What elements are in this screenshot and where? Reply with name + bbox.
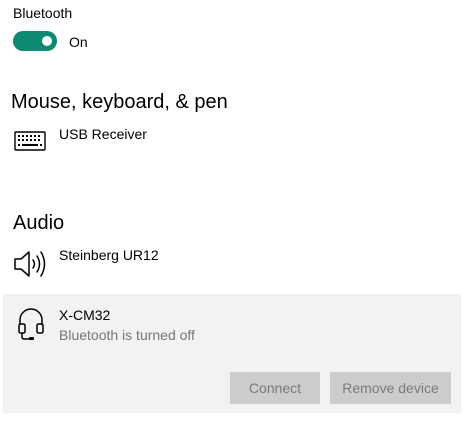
bluetooth-label: Bluetooth	[13, 5, 73, 21]
section-heading-mouse-keyboard-pen: Mouse, keyboard, & pen	[11, 91, 228, 113]
bluetooth-toggle-state: On	[69, 34, 88, 50]
keyboard-icon	[14, 131, 46, 156]
remove-device-button[interactable]: Remove device	[330, 372, 451, 404]
section-heading-audio: Audio	[13, 212, 65, 234]
device-name: Steinberg UR12	[59, 247, 159, 263]
device-name: USB Receiver	[59, 126, 147, 142]
toggle-knob	[42, 36, 52, 46]
device-name: X-CM32	[59, 307, 111, 323]
connect-button[interactable]: Connect	[230, 372, 320, 404]
device-row-steinberg-ur12[interactable]: Steinberg UR12	[3, 242, 461, 292]
device-status: Bluetooth is turned off	[59, 327, 195, 343]
bluetooth-toggle[interactable]	[13, 31, 57, 51]
device-row-usb-receiver[interactable]: USB Receiver	[3, 120, 461, 170]
speaker-icon	[13, 249, 49, 284]
headset-icon	[17, 307, 45, 346]
device-row-x-cm32[interactable]: X-CM32 Bluetooth is turned off Connect R…	[3, 294, 461, 413]
